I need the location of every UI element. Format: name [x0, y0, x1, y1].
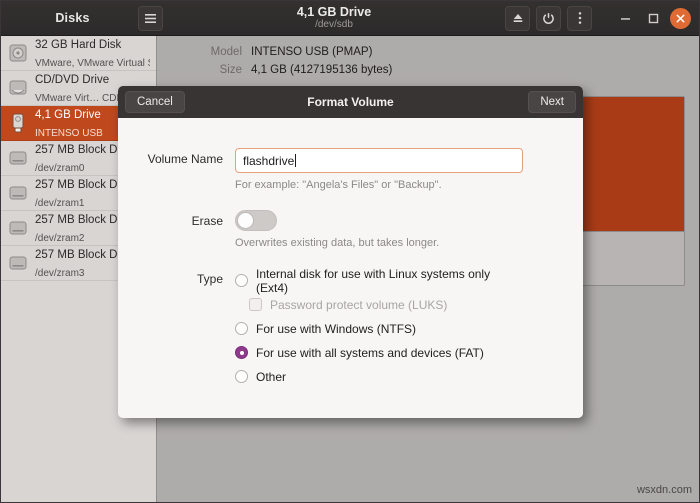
- titlebar-drive-info: 4,1 GB Drive /dev/sdb: [163, 4, 505, 31]
- block-device-icon: [7, 216, 29, 240]
- titlebar: Disks 4,1 GB Drive /dev/sdb: [1, 1, 699, 36]
- type-option-ntfs[interactable]: For use with Windows (NTFS): [235, 317, 523, 340]
- drive-device-path: /dev/sdb: [315, 18, 353, 30]
- type-option-other[interactable]: Other: [235, 365, 523, 388]
- type-label: Type: [196, 272, 223, 286]
- disk-name: 32 GB Hard Disk: [35, 39, 122, 52]
- hard-disk-icon: [7, 41, 29, 65]
- optical-drive-icon: [7, 76, 29, 100]
- disk-name: 257 MB Block Dev: [35, 214, 130, 227]
- disk-name: 257 MB Block Dev: [35, 249, 130, 262]
- radio-icon[interactable]: [235, 274, 248, 287]
- radio-icon-selected[interactable]: [235, 346, 248, 359]
- type-option-label: Internal disk for use with Linux systems…: [256, 266, 491, 295]
- text-caret: [295, 154, 297, 167]
- format-volume-dialog: Cancel Format Volume Next Volume Name fl…: [118, 86, 583, 418]
- volume-name-value: flashdrive: [243, 153, 295, 168]
- erase-control: Overwrites existing data, but takes long…: [235, 210, 583, 265]
- next-button[interactable]: Next: [528, 91, 576, 113]
- type-option-label: Other: [256, 369, 287, 384]
- eject-icon[interactable]: [505, 5, 530, 31]
- dialog-title: Format Volume: [307, 95, 394, 109]
- type-option-label: For use with all systems and devices (FA…: [256, 345, 484, 360]
- close-button[interactable]: [670, 7, 691, 29]
- hamburger-menu-icon[interactable]: [138, 5, 163, 31]
- disk-sub: /dev/zram2: [35, 233, 85, 244]
- disk-name: 257 MB Block Dev: [35, 179, 130, 192]
- maximize-button[interactable]: [642, 7, 664, 29]
- info-row-model: Model INTENSO USB (PMAP): [157, 46, 699, 58]
- disk-sub: /dev/zram1: [35, 198, 85, 209]
- type-radio-group[interactable]: Internal disk for use with Linux systems…: [235, 266, 523, 388]
- info-key: Size: [219, 64, 242, 76]
- screen: Disks 4,1 GB Drive /dev/sdb 32 GB Hard D…: [0, 0, 700, 503]
- disk-sub: VMware, VMware Virtual S: [35, 58, 150, 69]
- radio-icon[interactable]: [235, 370, 248, 383]
- volume-name-input[interactable]: flashdrive: [235, 148, 523, 173]
- minimize-button[interactable]: [614, 7, 636, 29]
- block-device-icon: [7, 146, 29, 170]
- volume-name-row: Volume Name flashdrive For example: "Ang…: [118, 148, 583, 207]
- disk-name: 4,1 GB Drive: [35, 109, 101, 122]
- titlebar-left: Disks: [7, 5, 163, 31]
- erase-row: Erase Overwrites existing data, but take…: [118, 210, 583, 265]
- watermark: wsxdn.com: [636, 484, 692, 496]
- erase-toggle[interactable]: [235, 210, 277, 231]
- drive-info-table: Model INTENSO USB (PMAP) Size 4,1 GB (41…: [157, 36, 699, 76]
- type-option-fat[interactable]: For use with all systems and devices (FA…: [235, 341, 523, 364]
- type-row: Type Internal disk for use with Linux sy…: [118, 266, 583, 389]
- erase-label: Erase: [191, 214, 223, 228]
- disk-sub: /dev/zram0: [35, 163, 85, 174]
- checkbox-icon: [249, 298, 262, 311]
- sidebar-item-text: 257 MB Block Dev /dev/zram2: [35, 210, 130, 246]
- info-value: 4,1 GB (4127195136 bytes): [251, 64, 393, 76]
- volume-name-label: Volume Name: [147, 152, 223, 166]
- disk-name: 257 MB Block Dev: [35, 144, 130, 157]
- disk-name: CD/DVD Drive: [35, 74, 110, 87]
- power-icon[interactable]: [536, 5, 561, 31]
- sidebar-item-text: 257 MB Block Dev /dev/zram0: [35, 140, 130, 176]
- block-device-icon: [7, 181, 29, 205]
- type-option-luks: Password protect volume (LUKS): [235, 293, 523, 316]
- dialog-header: Cancel Format Volume Next: [118, 86, 583, 118]
- sidebar-item-hard-disk[interactable]: 32 GB Hard Disk VMware, VMware Virtual S: [1, 36, 156, 71]
- block-device-icon: [7, 251, 29, 275]
- sidebar-item-text: 257 MB Block Dev /dev/zram1: [35, 175, 130, 211]
- disk-sub: /dev/zram3: [35, 268, 85, 279]
- type-control: Internal disk for use with Linux systems…: [235, 266, 583, 389]
- app-title: Disks: [55, 11, 90, 25]
- cancel-button[interactable]: Cancel: [125, 91, 185, 113]
- volume-name-hint: For example: "Angela's Files" or "Backup…: [235, 179, 442, 191]
- type-option-label: For use with Windows (NTFS): [256, 321, 417, 336]
- toggle-knob: [237, 212, 254, 229]
- erase-hint: Overwrites existing data, but takes long…: [235, 237, 440, 249]
- radio-icon[interactable]: [235, 322, 248, 335]
- disk-sub: INTENSO USB: [35, 128, 103, 139]
- info-value: INTENSO USB (PMAP): [251, 46, 373, 58]
- sidebar-item-text: 257 MB Block Dev /dev/zram3: [35, 245, 130, 281]
- sidebar-item-text: 4,1 GB Drive INTENSO USB: [35, 105, 103, 141]
- usb-drive-icon: [7, 111, 29, 135]
- volume-name-control: flashdrive For example: "Angela's Files"…: [235, 148, 583, 207]
- info-key: Model: [210, 46, 242, 58]
- titlebar-right: [505, 5, 693, 31]
- type-option-ext4[interactable]: Internal disk for use with Linux systems…: [235, 266, 523, 295]
- dialog-body: Volume Name flashdrive For example: "Ang…: [118, 118, 583, 418]
- info-row-size: Size 4,1 GB (4127195136 bytes): [157, 64, 699, 76]
- more-options-icon[interactable]: [567, 5, 592, 31]
- drive-title: 4,1 GB Drive: [296, 4, 372, 19]
- type-option-label: Password protect volume (LUKS): [270, 297, 448, 312]
- sidebar-item-text: 32 GB Hard Disk VMware, VMware Virtual S: [35, 36, 150, 71]
